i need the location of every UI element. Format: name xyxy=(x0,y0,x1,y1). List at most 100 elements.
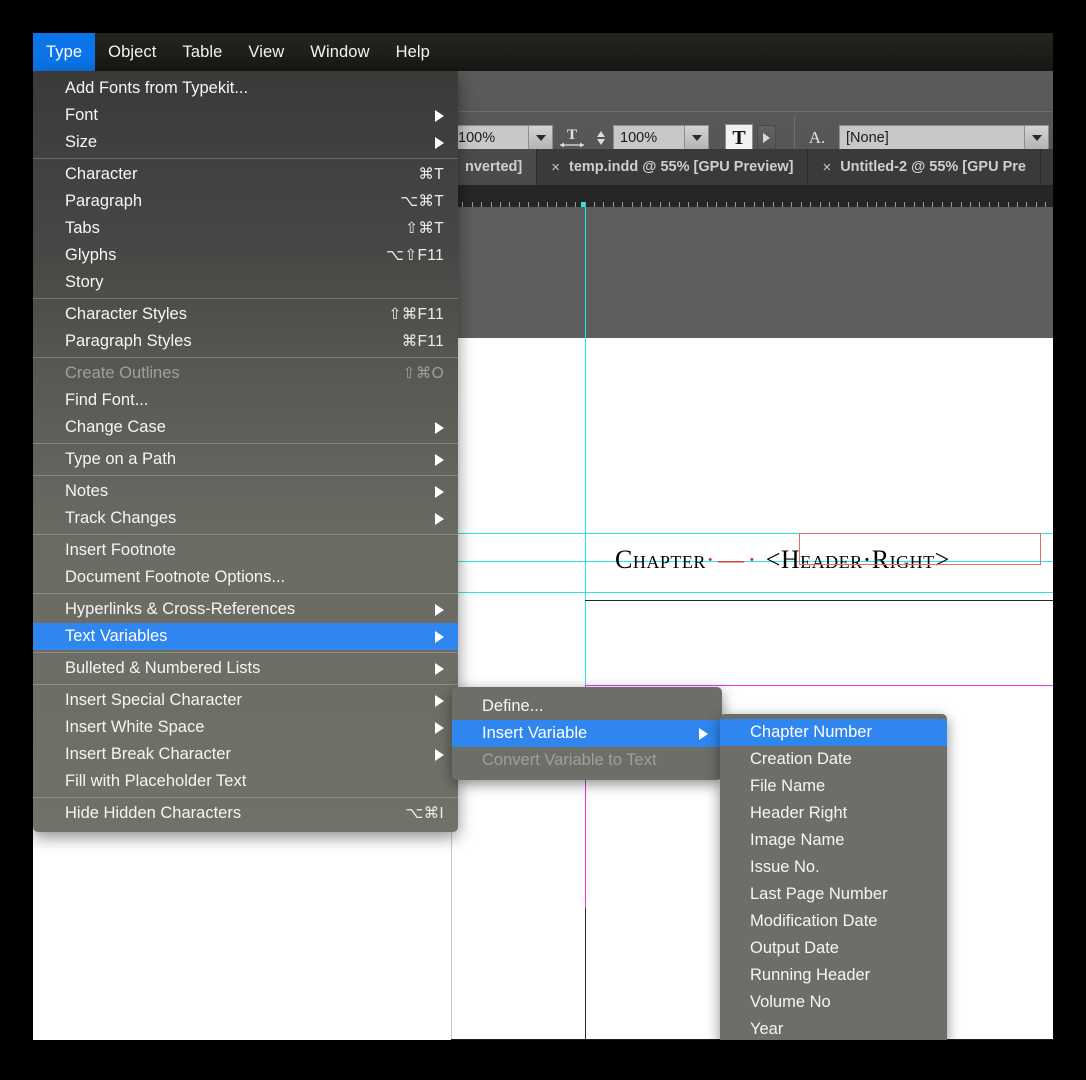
menu-item-hyperlinks-cross-references[interactable]: Hyperlinks & Cross-References xyxy=(33,596,458,623)
variable-item-modification-date[interactable]: Modification Date xyxy=(720,908,947,935)
menu-item-label: Add Fonts from Typekit... xyxy=(65,79,249,97)
superscript-toggle[interactable]: T xyxy=(725,123,753,152)
menu-item-type-on-a-path[interactable]: Type on a Path xyxy=(33,446,458,473)
close-icon[interactable]: × xyxy=(822,159,831,176)
scale-horizontal-icon: T xyxy=(560,127,584,147)
em-dash: — xyxy=(718,545,745,574)
svg-text:T: T xyxy=(567,127,577,143)
text-variables-submenu[interactable]: Define... Insert Variable Convert Variable… xyxy=(452,687,722,780)
triangle-right-icon xyxy=(435,662,444,675)
menu-item-insert-special-character[interactable]: Insert Special Character xyxy=(33,687,458,714)
submenu-item-convert-variable-to-text: Convert Variable to Text xyxy=(452,747,722,774)
document-tab-temp-indd[interactable]: × temp.indd @ 55% [GPU Preview] xyxy=(537,149,809,185)
horizontal-ruler[interactable] xyxy=(451,185,1053,208)
submenu-arrow xyxy=(675,727,708,740)
menu-item-insert-white-space[interactable]: Insert White Space xyxy=(33,714,458,741)
menu-item-insert-footnote[interactable]: Insert Footnote xyxy=(33,537,458,564)
variable-item-chapter-number[interactable]: Chapter Number xyxy=(720,719,947,746)
variable-item-file-name[interactable]: File Name xyxy=(720,773,947,800)
submenu-arrow xyxy=(411,453,444,466)
menu-item-character-styles[interactable]: Character Styles ⇧⌘F11 xyxy=(33,301,458,328)
menu-separator xyxy=(33,158,458,159)
menu-item-shortcut: ⌥⌘I xyxy=(405,805,444,822)
submenu-item-define[interactable]: Define... xyxy=(452,693,722,720)
paragraph-style-field[interactable]: [None] xyxy=(839,125,1025,150)
menu-item-paragraph-styles[interactable]: Paragraph Styles ⌘F11 xyxy=(33,328,458,355)
menubar-item-window[interactable]: Window xyxy=(297,33,382,71)
variable-item-image-name[interactable]: Image Name xyxy=(720,827,947,854)
vertical-scale-dropdown[interactable] xyxy=(685,125,709,150)
menu-item-label: Track Changes xyxy=(65,509,177,527)
menu-item-label: Volume No xyxy=(750,993,831,1011)
menu-item-fill-with-placeholder-text[interactable]: Fill with Placeholder Text xyxy=(33,768,458,795)
menu-item-label: Change Case xyxy=(65,418,166,436)
menu-item-hide-hidden-characters[interactable]: Hide Hidden Characters ⌥⌘I xyxy=(33,800,458,827)
menu-item-size[interactable]: Size xyxy=(33,129,458,156)
vertical-scale-stepper[interactable] xyxy=(593,125,608,150)
menu-item-add-fonts-from-typekit[interactable]: Add Fonts from Typekit... xyxy=(33,75,458,102)
menubar-item-type[interactable]: Type xyxy=(33,33,96,71)
menu-item-story[interactable]: Story xyxy=(33,269,458,296)
menu-item-label: Bulleted & Numbered Lists xyxy=(65,659,261,677)
menu-item-label: Character xyxy=(65,165,138,183)
triangle-right-icon xyxy=(435,485,444,498)
menu-separator xyxy=(33,534,458,535)
menubar-item-help[interactable]: Help xyxy=(383,33,443,71)
margin-guide-horizontal xyxy=(585,685,1053,686)
menu-item-font[interactable]: Font xyxy=(33,102,458,129)
menu-item-label: Glyphs xyxy=(65,246,117,264)
menu-item-bulleted-numbered-lists[interactable]: Bulleted & Numbered Lists xyxy=(33,655,458,682)
menu-item-tabs[interactable]: Tabs ⇧⌘T xyxy=(33,215,458,242)
menu-item-label: Fill with Placeholder Text xyxy=(65,772,247,790)
ruler-guide-horizontal-1[interactable] xyxy=(451,592,1053,593)
variable-item-issue-no[interactable]: Issue No. xyxy=(720,854,947,881)
close-icon[interactable]: × xyxy=(551,159,560,176)
menu-item-insert-break-character[interactable]: Insert Break Character xyxy=(33,741,458,768)
menu-item-change-case[interactable]: Change Case xyxy=(33,414,458,441)
insert-variable-submenu[interactable]: Chapter Number Creation Date File Name Head… xyxy=(720,714,947,1040)
variable-item-last-page-number[interactable]: Last Page Number xyxy=(720,881,947,908)
variable-item-running-header[interactable]: Running Header xyxy=(720,962,947,989)
menubar-item-label: Object xyxy=(108,42,157,61)
horizontal-scale-dropdown[interactable] xyxy=(529,125,553,150)
document-tab-untitled-2[interactable]: × Untitled-2 @ 55% [GPU Pre xyxy=(808,149,1041,185)
stepper-down-icon xyxy=(596,138,605,145)
menu-item-shortcut: ⇧⌘F11 xyxy=(388,306,444,323)
variable-item-volume-no[interactable]: Volume No xyxy=(720,989,947,1016)
menu-item-notes[interactable]: Notes xyxy=(33,478,458,505)
document-tab-label: temp.indd @ 55% [GPU Preview] xyxy=(568,159,794,175)
type-menu[interactable]: Add Fonts from Typekit... Font Size Charact… xyxy=(33,71,458,832)
menu-item-paragraph[interactable]: Paragraph ⌥⌘T xyxy=(33,188,458,215)
menu-item-text-variables[interactable]: Text Variables xyxy=(33,623,458,650)
menubar-item-label: Table xyxy=(182,42,223,61)
paragraph-style-dropdown[interactable] xyxy=(1025,125,1049,150)
document-tab-0[interactable]: nverted] xyxy=(451,149,538,185)
variable-item-year[interactable]: Year xyxy=(720,1016,947,1040)
menu-item-document-footnote-options[interactable]: Document Footnote Options... xyxy=(33,564,458,591)
vertical-scale-field[interactable]: 100% xyxy=(613,125,685,150)
menu-item-find-font[interactable]: Find Font... xyxy=(33,387,458,414)
menu-item-label: Running Header xyxy=(750,966,871,984)
type-style-flyout-button[interactable] xyxy=(757,125,776,150)
menu-item-glyphs[interactable]: Glyphs ⌥⇧F11 xyxy=(33,242,458,269)
variable-item-header-right[interactable]: Header Right xyxy=(720,800,947,827)
menubar-item-view[interactable]: View xyxy=(235,33,297,71)
insert-variable-submenu-items: Chapter Number Creation Date File Name Head… xyxy=(720,714,947,1040)
horizontal-scale-field[interactable]: 100% xyxy=(451,125,529,150)
menu-item-label: Year xyxy=(750,1020,784,1038)
menu-item-label: Hyperlinks & Cross-References xyxy=(65,600,296,618)
menu-item-track-changes[interactable]: Track Changes xyxy=(33,505,458,532)
text-variables-submenu-items: Define... Insert Variable Convert Variable… xyxy=(452,687,722,780)
menubar-item-table[interactable]: Table xyxy=(169,33,235,71)
submenu-arrow xyxy=(411,421,444,434)
menubar-item-object[interactable]: Object xyxy=(95,33,169,71)
menubar-item-label: Help xyxy=(395,42,430,61)
variable-item-creation-date[interactable]: Creation Date xyxy=(720,746,947,773)
submenu-arrow xyxy=(411,721,444,734)
submenu-arrow xyxy=(411,662,444,675)
submenu-arrow xyxy=(411,694,444,707)
submenu-item-insert-variable[interactable]: Insert Variable xyxy=(452,720,722,747)
menu-item-character[interactable]: Character ⌘T xyxy=(33,161,458,188)
ruler-guide-vertical[interactable] xyxy=(585,207,586,767)
variable-item-output-date[interactable]: Output Date xyxy=(720,935,947,962)
